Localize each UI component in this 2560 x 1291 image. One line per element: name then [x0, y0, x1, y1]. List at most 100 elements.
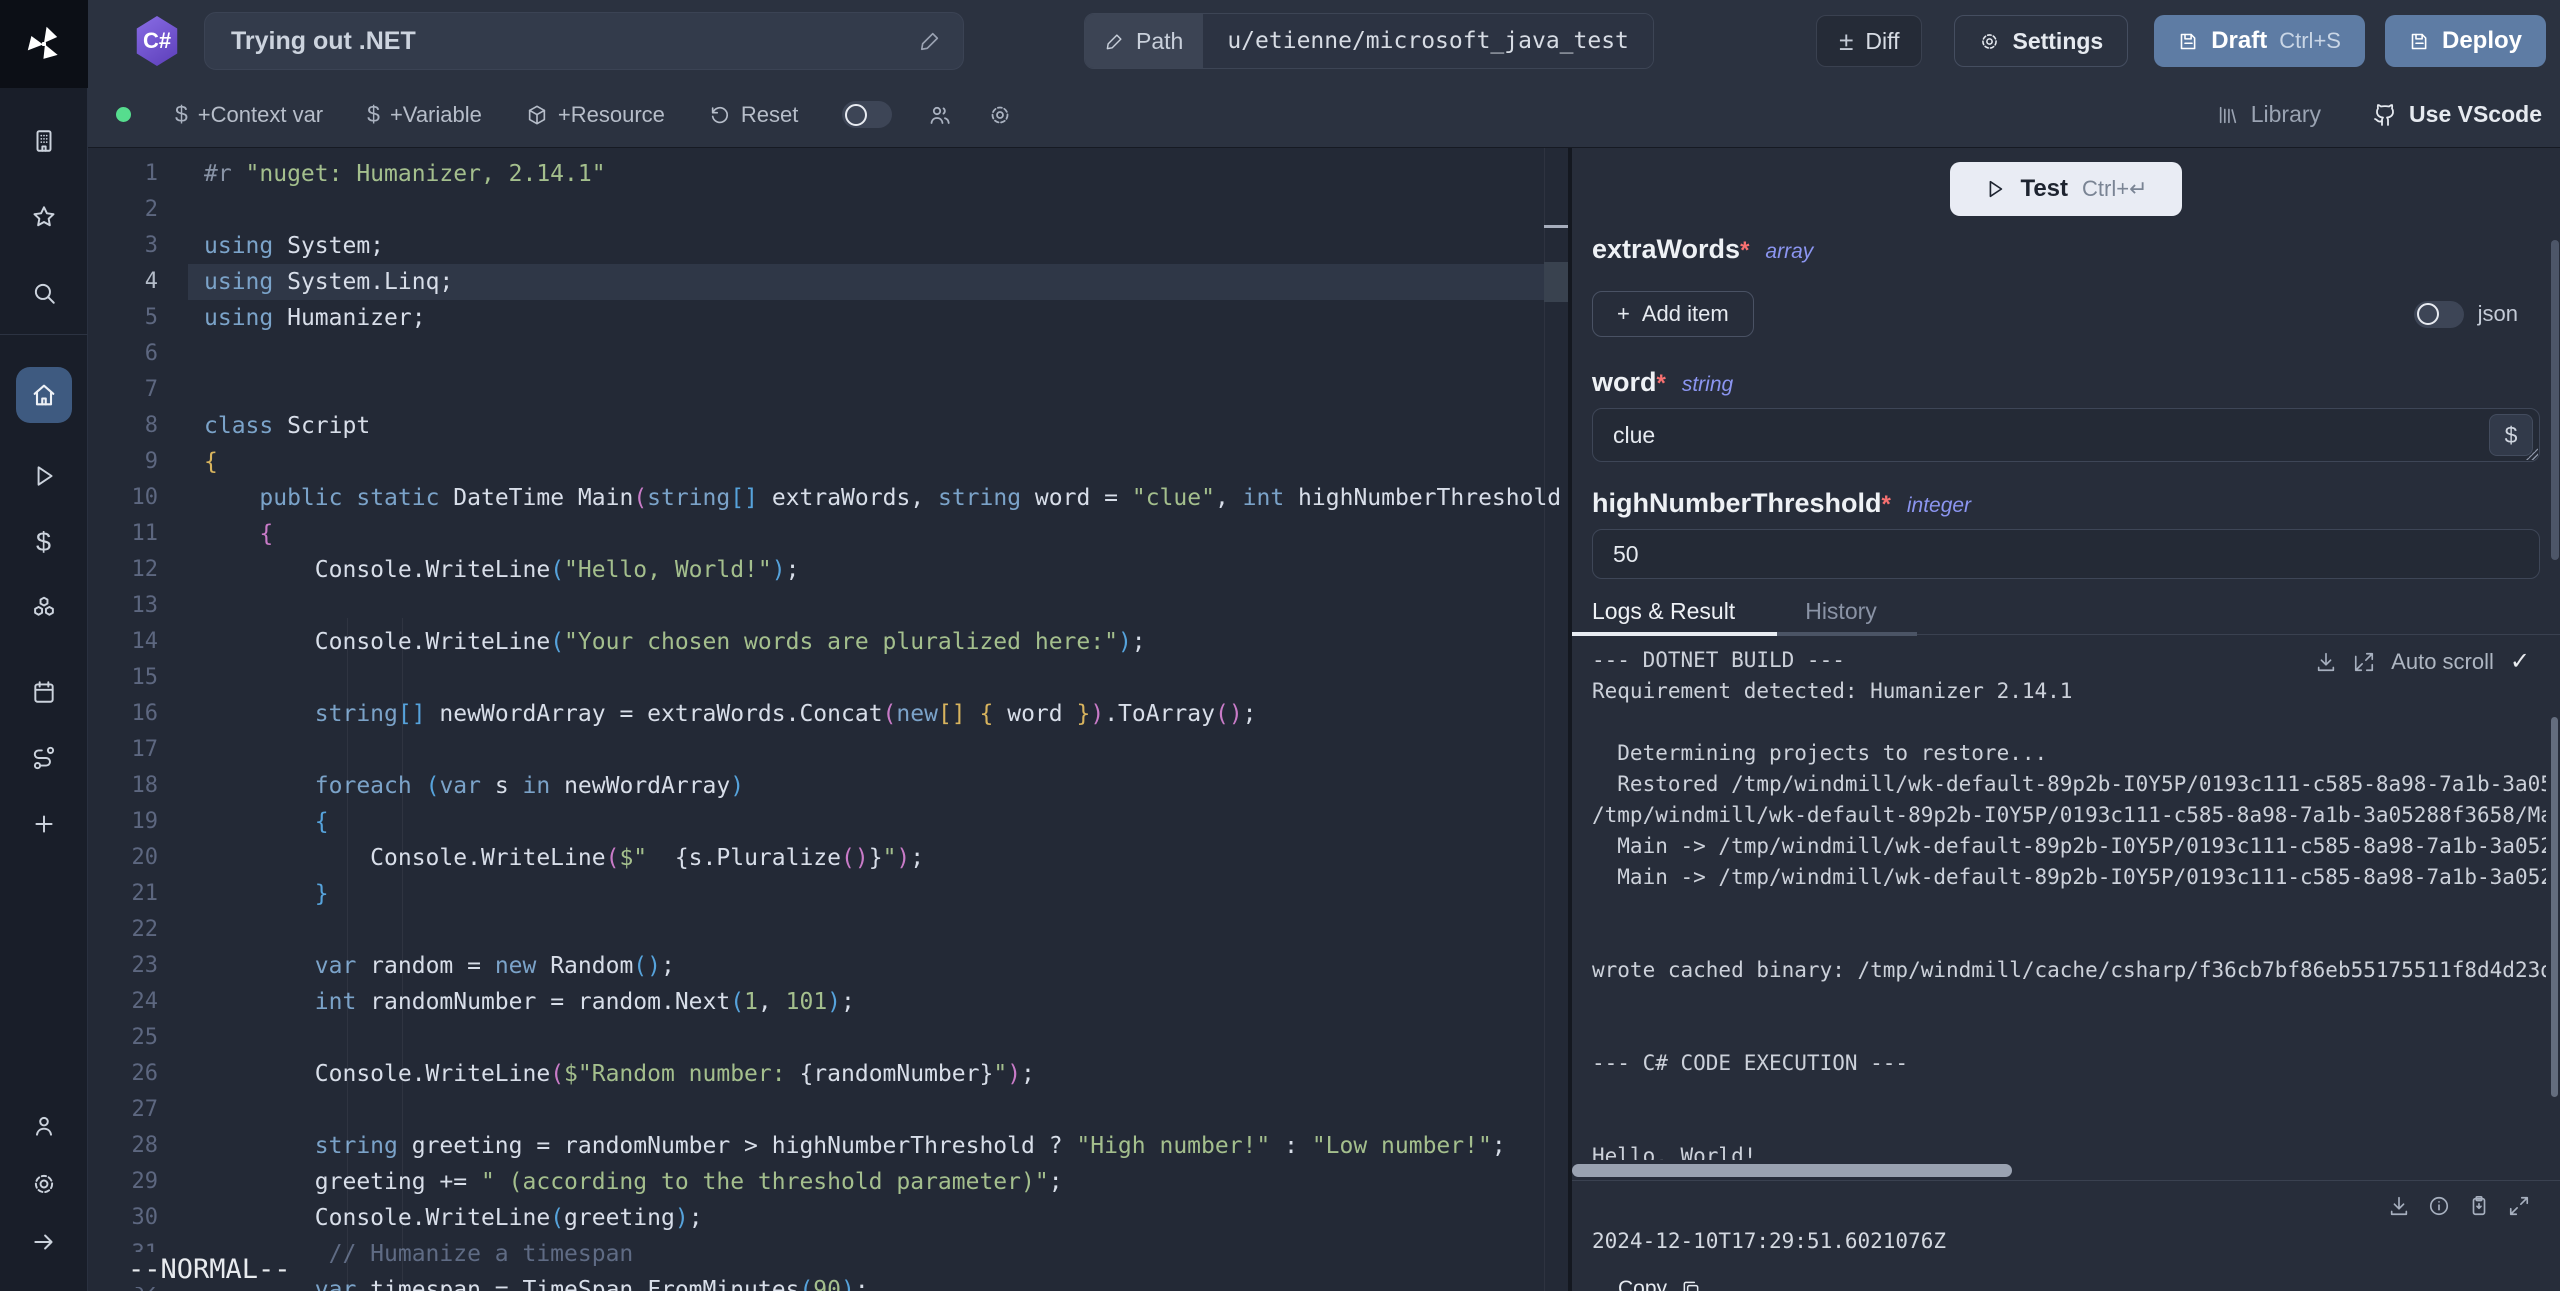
tab-logs-result[interactable]: Logs & Result: [1592, 598, 1735, 625]
diff-mode-toggle[interactable]: [842, 101, 892, 128]
sidebar-item-search[interactable]: [31, 280, 57, 306]
editor-settings-button[interactable]: [988, 103, 1012, 127]
code-line[interactable]: 28 string greeting = randomNumber > high…: [88, 1128, 1568, 1164]
sidebar-item-runs[interactable]: [31, 463, 57, 489]
top-header: C# Trying out .NET Path u/etienne/micros…: [88, 0, 2560, 82]
form-scrollbar[interactable]: [2551, 240, 2559, 560]
code-line[interactable]: 14 Console.WriteLine("Your chosen words …: [88, 624, 1568, 660]
settings-button[interactable]: Settings: [1954, 15, 2128, 67]
logs-vertical-scrollbar[interactable]: [2551, 717, 2558, 1097]
status-dot: [116, 107, 131, 122]
maximize-icon[interactable]: [2508, 1195, 2530, 1217]
sidebar-item-settings[interactable]: [31, 1171, 57, 1197]
csharp-language-icon: C#: [134, 16, 180, 66]
sidebar-item-resources[interactable]: [31, 595, 57, 621]
add-resource-button[interactable]: +Resource: [526, 102, 665, 128]
autoscroll-checkbox[interactable]: ✓: [2510, 647, 2530, 676]
overview-ruler[interactable]: [1544, 148, 1568, 1291]
library-button[interactable]: Library: [2217, 101, 2321, 128]
code-line[interactable]: 25: [88, 1020, 1568, 1056]
code-line[interactable]: 12 Console.WriteLine("Hello, World!");: [88, 552, 1568, 588]
code-line[interactable]: 19 {: [88, 804, 1568, 840]
code-line[interactable]: 24 int randomNumber = random.Next(1, 101…: [88, 984, 1568, 1020]
path-field[interactable]: Path u/etienne/microsoft_java_test: [1084, 13, 1654, 69]
draft-button[interactable]: Draft Ctrl+S: [2154, 15, 2365, 67]
code-line[interactable]: 27: [88, 1092, 1568, 1128]
add-context-var-button[interactable]: $ +Context var: [175, 101, 323, 128]
add-item-button[interactable]: + Add item: [1592, 291, 1754, 337]
code-line[interactable]: 32 var timespan = TimeSpan.FromMinutes(9…: [88, 1272, 1568, 1291]
edit-title-pencil-icon[interactable]: [919, 30, 941, 52]
threshold-input[interactable]: [1592, 529, 2540, 579]
code-line[interactable]: 10 public static DateTime Main(string[] …: [88, 480, 1568, 516]
arg-name-text: highNumberThreshold: [1592, 488, 1882, 518]
code-line[interactable]: 3using System;: [88, 228, 1568, 264]
code-line[interactable]: 5using Humanizer;: [88, 300, 1568, 336]
sidebar-item-home[interactable]: [16, 367, 72, 423]
deploy-button[interactable]: Deploy: [2385, 15, 2546, 67]
sidebar-item-account[interactable]: [31, 1113, 57, 1139]
code-line[interactable]: 2: [88, 192, 1568, 228]
run-panel: Test Ctrl+↵ extraWords* array + Add item: [1572, 148, 2560, 1291]
boxes-icon: [31, 595, 57, 621]
code-line[interactable]: 21 }: [88, 876, 1568, 912]
code-line[interactable]: 20 Console.WriteLine($" {s.Pluralize()}"…: [88, 840, 1568, 876]
copy-result-button[interactable]: Copy: [1618, 1277, 1701, 1291]
sidebar-item-workspace[interactable]: [31, 128, 57, 154]
windmill-logo[interactable]: [0, 0, 88, 88]
add-variable-button[interactable]: $ +Variable: [367, 101, 482, 128]
code-line[interactable]: 4using System.Linq;: [88, 264, 1568, 300]
multiplayer-button[interactable]: [928, 103, 952, 127]
code-lines: 1#r "nuget: Humanizer, 2.14.1"23using Sy…: [88, 148, 1568, 1291]
code-line[interactable]: 8class Script: [88, 408, 1568, 444]
code-line[interactable]: 22: [88, 912, 1568, 948]
download-icon[interactable]: [2315, 651, 2337, 673]
code-line[interactable]: 23 var random = new Random();: [88, 948, 1568, 984]
sidebar-item-create[interactable]: [31, 811, 57, 837]
code-line[interactable]: 29 greeting += " (according to the thres…: [88, 1164, 1568, 1200]
expand-icon[interactable]: [2353, 651, 2375, 673]
logs-horizontal-scrollbar[interactable]: [1572, 1164, 2012, 1177]
code-line[interactable]: 1#r "nuget: Humanizer, 2.14.1": [88, 156, 1568, 192]
arg-name: extraWords*: [1592, 234, 1749, 265]
code-line[interactable]: 6: [88, 336, 1568, 372]
code-editor[interactable]: 1#r "nuget: Humanizer, 2.14.1"23using Sy…: [88, 148, 1568, 1291]
vim-mode-indicator: --NORMAL--: [128, 1252, 299, 1287]
code-line[interactable]: 17: [88, 732, 1568, 768]
path-value[interactable]: u/etienne/microsoft_java_test: [1203, 14, 1653, 68]
script-title-field[interactable]: Trying out .NET: [204, 12, 964, 70]
word-input[interactable]: [1592, 408, 2540, 462]
code-line[interactable]: 18 foreach (var s in newWordArray): [88, 768, 1568, 804]
code-line[interactable]: 26 Console.WriteLine($"Random number: {r…: [88, 1056, 1568, 1092]
arg-extrawords-label-row: extraWords* array: [1572, 234, 2560, 265]
tab-history[interactable]: History: [1805, 598, 1877, 625]
sidebar-item-favorites[interactable]: [31, 204, 57, 230]
code-line[interactable]: 7: [88, 372, 1568, 408]
sidebar-item-flows[interactable]: [31, 745, 57, 771]
resize-handle[interactable]: [2526, 448, 2538, 460]
code-line[interactable]: 31 // Humanize a timespan: [88, 1236, 1568, 1272]
sidebar-item-collapse[interactable]: [31, 1229, 57, 1255]
info-icon[interactable]: [2428, 1195, 2450, 1217]
code-line[interactable]: 16 string[] newWordArray = extraWords.Co…: [88, 696, 1568, 732]
json-toggle[interactable]: [2414, 301, 2464, 328]
windmill-logo-icon: [22, 22, 66, 66]
sidebar-item-variables[interactable]: $: [31, 529, 57, 555]
clipboard-icon[interactable]: [2468, 1195, 2490, 1217]
result-value: 2024-12-10T17:29:51.6021076Z: [1592, 1229, 1946, 1253]
diff-button[interactable]: ± Diff: [1816, 15, 1922, 67]
code-line[interactable]: 15: [88, 660, 1568, 696]
line-number: 17: [88, 732, 188, 768]
code-line[interactable]: 9{: [88, 444, 1568, 480]
code-line[interactable]: 13: [88, 588, 1568, 624]
logs-pane[interactable]: Auto scroll ✓ --- DOTNET BUILD --- Requi…: [1572, 635, 2560, 1180]
test-button[interactable]: Test Ctrl+↵: [1950, 162, 2182, 216]
line-number: 3: [88, 228, 188, 264]
sidebar-item-schedules[interactable]: [31, 679, 57, 705]
use-vscode-button[interactable]: Use VScode: [2373, 101, 2542, 128]
reset-button[interactable]: Reset: [709, 102, 798, 128]
sidebar-bottom-group: [31, 1113, 57, 1291]
code-line[interactable]: 11 {: [88, 516, 1568, 552]
code-line[interactable]: 30 Console.WriteLine(greeting);: [88, 1200, 1568, 1236]
download-icon[interactable]: [2388, 1195, 2410, 1217]
